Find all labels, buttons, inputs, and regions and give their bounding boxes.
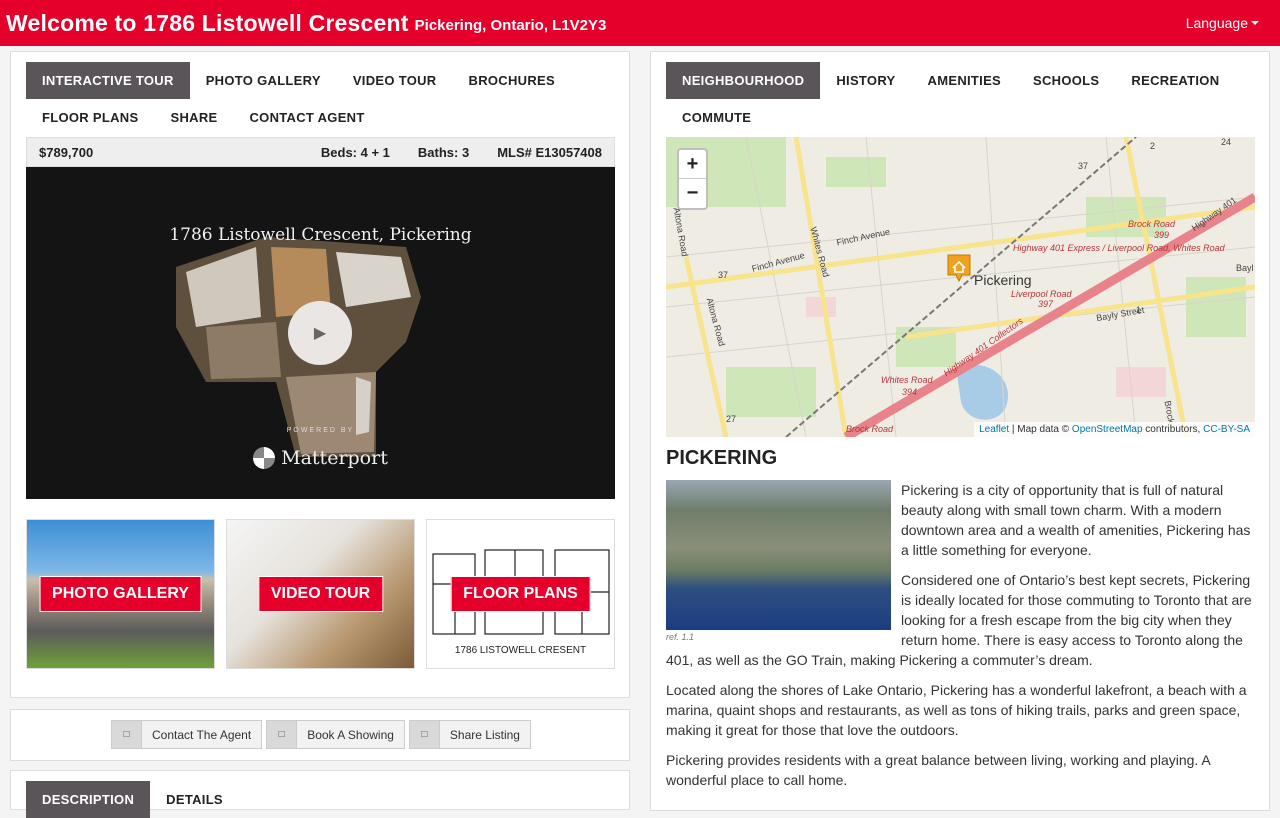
floor-plan-caption: 1786 LISTOWELL CRESENT [454,645,587,656]
map-label: 397 [1038,299,1054,309]
tab-commute[interactable]: COMMUTE [666,99,767,136]
listing-actions: □ Contact The Agent □ Book A Showing □ S… [111,720,531,749]
city-heading: PICKERING [666,447,778,469]
map-label: Bayl [1236,263,1254,273]
share-icon: □ [409,721,440,748]
tab-floor-plans[interactable]: FLOOR PLANS [26,99,154,136]
tab-photo-gallery[interactable]: PHOTO GALLERY [190,62,337,99]
map-label: 2 [1150,141,1156,151]
photo-gallery-thumbnail[interactable]: PHOTO GALLERY [26,519,215,669]
book-showing-button[interactable]: □ Book A Showing [266,720,405,749]
tab-contact-agent[interactable]: CONTACT AGENT [233,99,380,136]
listing-info-bar: $789,700 Beds: 4 + 1 Baths: 3 MLS# E1305… [26,137,615,167]
media-thumbnails: PHOTO GALLERY VIDEO TOUR FLOOR PLANS 178… [26,519,615,669]
map-label: 37 [718,270,729,280]
tab-video-tour[interactable]: VIDEO TOUR [337,62,453,99]
user-icon: □ [112,721,142,748]
zoom-in-button[interactable]: + [679,150,706,179]
listing-beds: Beds: 4 + 1 [320,144,390,160]
share-listing-label: Share Listing [449,727,520,742]
calendar-icon: □ [267,721,298,748]
listing-baths: Baths: 3 [417,144,470,160]
caret-down-icon [1251,21,1259,25]
top-bar: Welcome to 1786 Listowell Crescent Picke… [0,0,1280,46]
listing-price: $789,700 [39,144,94,160]
map-label: Brock Road [1128,219,1176,229]
book-showing-label: Book A Showing [307,727,394,742]
matterport-logo: Matterport [26,447,615,469]
home-marker-icon[interactable] [946,253,972,283]
tab-share[interactable]: SHARE [154,99,233,136]
contact-agent-label: Contact The Agent [152,727,252,742]
map-label: Whites Road [881,375,933,385]
attribution-text: | Map data © [1009,424,1072,435]
listing-mls: MLS# E13057408 [497,144,602,160]
tab-amenities[interactable]: AMENITIES [912,62,1017,99]
map-label: 27 [726,414,737,424]
media-panel: INTERACTIVE TOUR PHOTO GALLERY VIDEO TOU… [10,51,630,698]
tab-recreation[interactable]: RECREATION [1115,62,1235,99]
openstreetmap-link[interactable]: OpenStreetMap [1072,424,1143,435]
map-label: Liverpool Road [1011,289,1072,299]
map-label: Highway 401 Express / Liverpool Road, Wh… [1013,243,1225,253]
page-subtitle: Pickering, Ontario, L1V2Y3 [414,16,607,34]
video-tour-button[interactable]: VIDEO TOUR [257,576,384,612]
tab-neighbourhood[interactable]: NEIGHBOURHOOD [666,62,821,99]
tab-history[interactable]: HISTORY [820,62,911,99]
map-label: 394 [902,387,918,397]
tab-interactive-tour[interactable]: INTERACTIVE TOUR [26,62,190,99]
city-paragraph: Pickering provides residents with a grea… [666,752,1210,788]
play-icon[interactable]: ▶ [288,301,352,365]
tab-schools[interactable]: SCHOOLS [1017,62,1115,99]
city-paragraph: Located along the shores of Lake Ontario… [666,682,1247,738]
city-description: Pickering is a city of opportunity that … [666,480,1255,800]
interactive-tour-viewer[interactable]: 1786 Listowell Crescent, Pickering ▶ POW… [26,167,615,499]
map-attribution: Leaflet | Map data © OpenStreetMap contr… [974,422,1255,437]
attribution-contrib: contributors, [1142,424,1204,435]
tab-brochures[interactable]: BROCHURES [453,62,571,99]
map-label: Brock Road [846,424,894,434]
language-label: Language [1185,15,1248,31]
leaflet-link[interactable]: Leaflet [979,424,1009,435]
matterport-icon [253,447,276,469]
neighbourhood-panel: NEIGHBOURHOOD HISTORY AMENITIES SCHOOLS … [650,51,1270,811]
media-tabs: INTERACTIVE TOUR PHOTO GALLERY VIDEO TOU… [26,62,616,136]
neighbourhood-tabs: NEIGHBOURHOOD HISTORY AMENITIES SCHOOLS … [666,62,1256,136]
map-label: 1 [1136,305,1142,315]
description-panel: DESCRIPTION DETAILS [10,770,630,818]
floor-plans-thumbnail[interactable]: FLOOR PLANS 1786 LISTOWELL CRESENT [426,519,615,669]
floor-plans-button[interactable]: FLOOR PLANS [450,576,591,612]
actions-panel: □ Contact The Agent □ Book A Showing □ S… [10,709,630,761]
map-zoom-control: + − [677,148,708,210]
zoom-out-button[interactable]: − [679,179,706,208]
matterport-brand: Matterport [281,447,388,469]
map-tiles [666,137,1255,437]
contact-agent-button[interactable]: □ Contact The Agent [111,720,263,749]
powered-by-label: POWERED BY [286,427,355,434]
tour-title: 1786 Listowell Crescent, Pickering [169,225,472,245]
map-label: 24 [1221,137,1232,147]
photo-gallery-button[interactable]: PHOTO GALLERY [39,576,202,612]
neighbourhood-map[interactable]: Finch Avenue Finch Avenue Whites Road Al… [666,137,1255,437]
license-link[interactable]: CC-BY-SA [1203,424,1250,435]
map-city-label: Pickering [974,272,1032,288]
map-label: 399 [1154,230,1170,240]
map-label: 37 [1078,161,1089,171]
language-dropdown[interactable]: Language [1186,15,1259,31]
video-tour-thumbnail[interactable]: VIDEO TOUR [226,519,415,669]
share-listing-button[interactable]: □ Share Listing [408,720,531,749]
page-title: Welcome to 1786 Listowell Crescent [6,9,409,36]
